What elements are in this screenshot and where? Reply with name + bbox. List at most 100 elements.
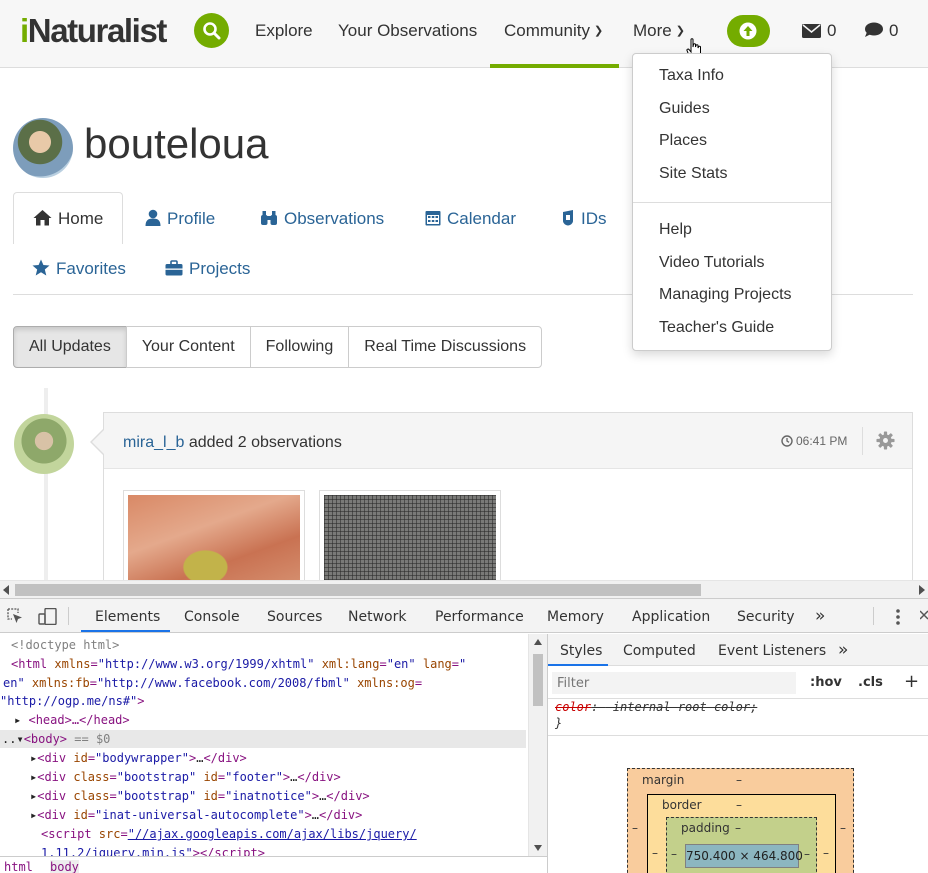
devtools-tab-sources[interactable]: Sources (267, 609, 322, 625)
tab-profile[interactable]: Profile (145, 209, 215, 229)
devtools-tab-console[interactable]: Console (184, 609, 240, 625)
code-line-div-autocomplete[interactable]: ▸<div id="inat-universal-autocomplete">…… (30, 808, 362, 822)
code-line-div-bodywrapper[interactable]: ▸<div id="bodywrapper">…</div> (30, 751, 247, 765)
filter-your-content[interactable]: Your Content (125, 326, 251, 368)
elements-tree[interactable]: <!doctype html> <html xmlns="http://www.… (0, 634, 547, 856)
attr-value: "footer" (225, 770, 283, 784)
class-toggle[interactable]: .cls (858, 675, 883, 690)
device-toolbar-icon[interactable] (38, 608, 58, 625)
nav-more-label: More (633, 21, 672, 40)
filter-all-updates[interactable]: All Updates (13, 326, 127, 368)
inaturalist-logo[interactable]: iNaturalist (20, 12, 167, 50)
code-line-script[interactable]: <script src="//ajax.googleapis.com/ajax/… (41, 827, 417, 841)
tab-projects[interactable]: Projects (165, 259, 250, 279)
scroll-right-arrow[interactable] (919, 585, 925, 595)
nav-community[interactable]: Community ❯ (504, 21, 603, 41)
breadcrumb-html[interactable]: html (4, 860, 33, 873)
sidebar-tab-event-listeners[interactable]: Event Listeners (718, 643, 826, 659)
observation-thumbnail[interactable] (123, 490, 305, 580)
more-tabs-chevron[interactable]: » (815, 606, 825, 626)
more-sidebar-tabs-chevron[interactable]: » (838, 640, 848, 660)
comments-link[interactable]: 0 (864, 21, 898, 41)
scroll-left-arrow[interactable] (3, 585, 9, 595)
hover-state-toggle[interactable]: :hov (810, 675, 842, 690)
scroll-down-arrow[interactable] (534, 845, 542, 851)
gear-icon[interactable] (876, 431, 895, 450)
expand-triangle-icon[interactable]: ▸ (30, 770, 37, 784)
code-line-div-inatnotice[interactable]: ▸<div class="bootstrap" id="inatnotice">… (30, 789, 370, 803)
calendar-icon (425, 211, 441, 226)
expand-triangle-icon[interactable]: ▸ (30, 789, 37, 803)
style-rule-declaration[interactable]: color: -internal-root-color; (555, 700, 757, 714)
code-line-head[interactable]: ▸ <head>…</head> (14, 713, 130, 727)
inspect-element-icon[interactable] (7, 608, 23, 624)
box-model-margin[interactable]: margin – – – border – – – padding – – – … (627, 768, 854, 873)
feed-user-avatar[interactable] (14, 414, 74, 474)
nav-your-observations[interactable]: Your Observations (338, 21, 477, 41)
box-model-content[interactable]: 750.400 × 464.800 (685, 844, 803, 868)
scrollbar-thumb[interactable] (533, 654, 543, 706)
tab-favorites[interactable]: Favorites (32, 259, 126, 279)
menu-item-video-tutorials[interactable]: Video Tutorials (659, 254, 765, 272)
elements-vertical-scrollbar[interactable] (528, 634, 547, 856)
devtools-tab-elements[interactable]: Elements (95, 609, 160, 625)
expand-triangle-icon[interactable]: ▸ (30, 751, 37, 765)
scroll-up-arrow[interactable] (534, 639, 542, 645)
nav-more[interactable]: More ❯ (633, 21, 685, 41)
box-model-border[interactable]: border – – – padding – – – 750.400 × 464… (647, 794, 836, 873)
tab-home[interactable]: Home (33, 209, 103, 229)
devtools-tab-memory[interactable]: Memory (547, 609, 604, 625)
tab-observations[interactable]: Observations (260, 209, 384, 229)
attr-value: "http://www.w3.org/1999/xhtml" (97, 657, 315, 671)
code-line-html-cont2[interactable]: "http://ogp.me/ns#"> (0, 694, 145, 708)
padding-left-value: – (671, 847, 677, 861)
menu-item-teachers-guide[interactable]: Teacher's Guide (659, 319, 774, 337)
menu-item-guides[interactable]: Guides (659, 100, 710, 118)
code-line-doctype[interactable]: <!doctype html> (11, 638, 119, 652)
filter-real-time-discussions[interactable]: Real Time Discussions (348, 326, 543, 368)
upload-button[interactable] (727, 15, 770, 47)
observation-thumbnail[interactable] (319, 490, 501, 580)
devtools-tab-application[interactable]: Application (632, 609, 710, 625)
styles-filter-input[interactable] (552, 672, 796, 694)
messages-link[interactable]: 0 (802, 21, 836, 41)
search-button[interactable] (194, 13, 229, 48)
scrollbar-thumb[interactable] (15, 584, 701, 596)
upload-icon (739, 22, 757, 40)
tab-projects-label: Projects (189, 259, 251, 278)
sidebar-tab-computed[interactable]: Computed (623, 643, 696, 659)
menu-item-help[interactable]: Help (659, 221, 692, 239)
horizontal-scrollbar[interactable] (0, 580, 928, 598)
code-line-html-cont[interactable]: en" xmlns:fb="http://www.facebook.com/20… (3, 676, 422, 690)
code-line-div-footer[interactable]: ▸<div class="bootstrap" id="footer">…</d… (30, 770, 341, 784)
code-line-body[interactable]: ..▾<body> == $0 (2, 732, 110, 746)
code-line-script-cont[interactable]: 1.11.2/jquery.min.js"></script> (41, 846, 265, 856)
menu-item-managing-projects[interactable]: Managing Projects (659, 286, 792, 304)
filter-following[interactable]: Following (249, 326, 350, 368)
expand-triangle-icon[interactable]: ▸ (30, 808, 37, 822)
menu-item-taxa-info[interactable]: Taxa Info (659, 67, 724, 85)
expand-triangle-icon[interactable]: ▸ (14, 713, 21, 727)
devtools-tab-network[interactable]: Network (348, 609, 406, 625)
script-src-link[interactable]: "//ajax.googleapis.com/ajax/libs/jquery/ (128, 827, 417, 841)
kebab-menu-icon[interactable] (893, 608, 903, 626)
menu-item-site-stats[interactable]: Site Stats (659, 165, 727, 183)
script-src-link[interactable]: 1.11.2/jquery.min.js" (41, 846, 193, 856)
margin-left-value: – (632, 821, 638, 835)
nav-explore[interactable]: Explore (255, 21, 313, 41)
code-line-html[interactable]: <html xmlns="http://www.w3.org/1999/xhtm… (11, 657, 466, 671)
close-icon[interactable] (920, 608, 928, 622)
feed-user-link[interactable]: mira_l_b (123, 434, 184, 451)
breadcrumb-body[interactable]: body (50, 860, 79, 873)
new-rule-icon[interactable]: + (904, 671, 919, 692)
devtools-panel: Elements Console Sources Network Perform… (0, 598, 928, 873)
sidebar-tab-styles[interactable]: Styles (560, 643, 602, 659)
tab-calendar[interactable]: Calendar (425, 209, 516, 229)
devtools-tab-performance[interactable]: Performance (435, 609, 524, 625)
collapse-triangle-icon[interactable]: ▾ (16, 732, 23, 746)
box-model-padding[interactable]: padding – – – 750.400 × 464.800 (666, 817, 817, 873)
menu-item-places[interactable]: Places (659, 132, 707, 150)
devtools-tab-security[interactable]: Security (737, 609, 795, 625)
toolbar-divider (873, 607, 874, 625)
tab-ids[interactable]: IDs (561, 209, 607, 229)
